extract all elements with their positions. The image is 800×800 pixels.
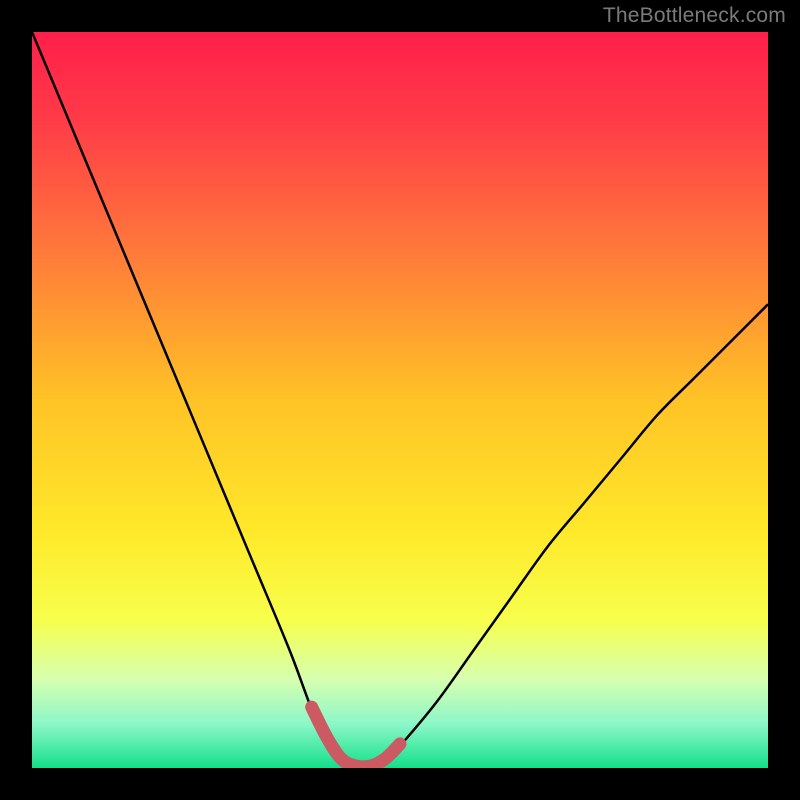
gradient-background — [32, 32, 768, 768]
plot-area — [32, 32, 768, 768]
watermark-text: TheBottleneck.com — [603, 4, 786, 28]
chart-frame: TheBottleneck.com — [0, 0, 800, 800]
chart-svg — [32, 32, 768, 768]
